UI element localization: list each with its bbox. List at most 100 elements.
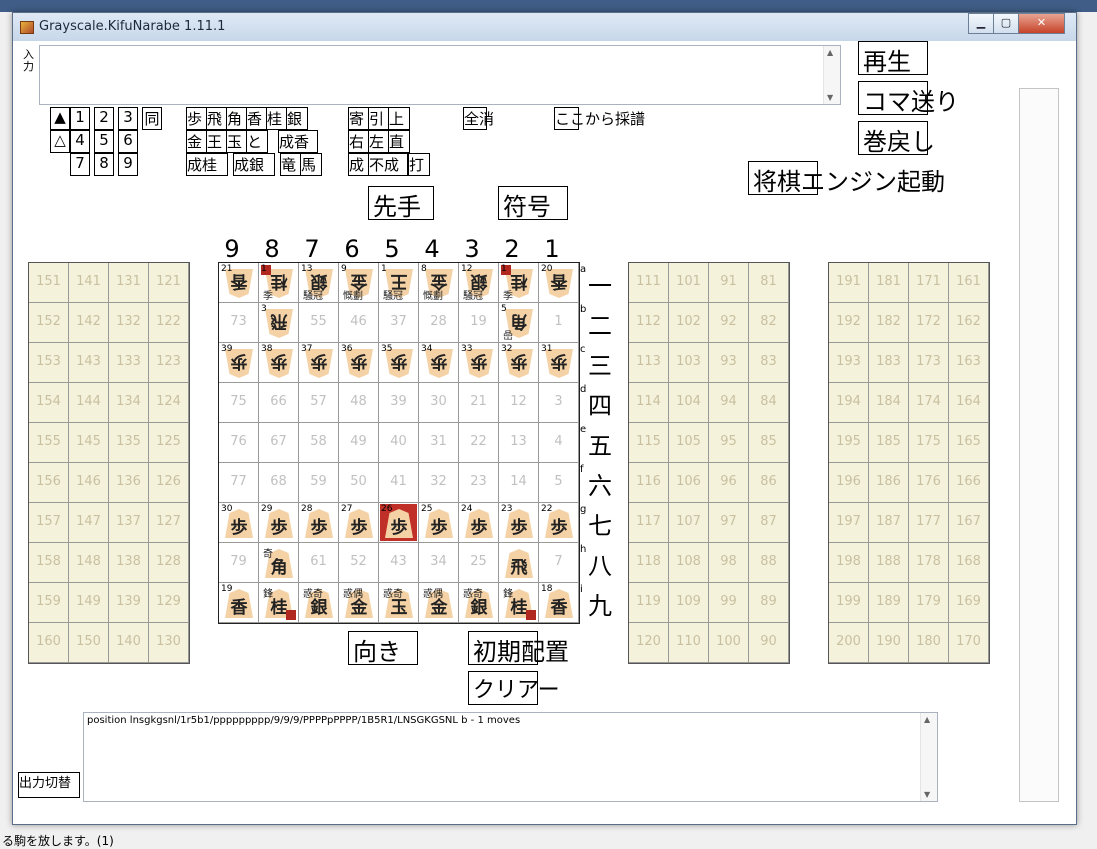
board-square[interactable]: 1 [539, 303, 579, 343]
stand-square[interactable]: 121 [149, 263, 189, 303]
stand-square[interactable]: 166 [949, 463, 989, 503]
stand-square[interactable]: 85 [749, 423, 789, 463]
minimize-button[interactable]: ▁ [968, 13, 994, 34]
stand-square[interactable]: 128 [149, 543, 189, 583]
stand-square[interactable]: 96 [709, 463, 749, 503]
stand-square[interactable]: 193 [829, 343, 869, 383]
maximize-button[interactable]: ▢ [993, 13, 1019, 34]
stand-square[interactable]: 173 [909, 343, 949, 383]
stand-square[interactable]: 97 [709, 503, 749, 543]
board-square[interactable]: 桂季1 [499, 263, 539, 303]
kokokara-button[interactable]: ここから採譜 [554, 107, 645, 130]
stand-square[interactable]: 113 [629, 343, 669, 383]
board-square[interactable]: 歩 23 [499, 503, 539, 543]
stand-square[interactable]: 167 [949, 503, 989, 543]
board-square[interactable]: 66 [259, 383, 299, 423]
stand-square[interactable]: 183 [869, 343, 909, 383]
stand-square[interactable]: 143 [69, 343, 109, 383]
board-square[interactable]: 歩 31 [539, 343, 579, 383]
board-square[interactable]: 7 [539, 543, 579, 583]
stand-square[interactable]: 108 [669, 543, 709, 583]
piece-button-5[interactable]: 銀 [286, 107, 308, 130]
stand-square[interactable]: 190 [869, 623, 909, 663]
initial-position-button[interactable]: 初期配置 [468, 631, 569, 666]
stand-square[interactable]: 180 [909, 623, 949, 663]
board-square[interactable]: 14 [499, 463, 539, 503]
modifier-button-2[interactable]: 上 [388, 107, 410, 130]
board-square[interactable]: 歩 39 [219, 343, 259, 383]
board-square[interactable]: 32 [419, 463, 459, 503]
num-button-6[interactable]: 4 [70, 130, 90, 153]
stand-square[interactable]: 159 [29, 583, 69, 623]
piece-button-0[interactable]: 歩 [186, 107, 208, 130]
modifier-button-3[interactable]: 右 [348, 130, 370, 153]
stand-square[interactable]: 94 [709, 383, 749, 423]
board-square[interactable]: 歩 27 [339, 503, 379, 543]
board-square[interactable]: 76 [219, 423, 259, 463]
piece-button-4[interactable]: 桂 [266, 107, 288, 130]
modifier-button-7[interactable]: 不成 [368, 153, 408, 176]
board-square[interactable]: 46 [339, 303, 379, 343]
stand-square[interactable]: 171 [909, 263, 949, 303]
sente-button[interactable]: 先手 [368, 186, 434, 221]
board-square[interactable]: 飛3 [259, 303, 299, 343]
board-square[interactable]: 22 [459, 423, 499, 463]
stand-square[interactable]: 107 [669, 503, 709, 543]
stand-square[interactable]: 90 [749, 623, 789, 663]
stand-square[interactable]: 199 [829, 583, 869, 623]
board-square[interactable]: 5 [539, 463, 579, 503]
stand-square[interactable]: 105 [669, 423, 709, 463]
stand-square[interactable]: 165 [949, 423, 989, 463]
board-square[interactable]: 歩 35 [379, 343, 419, 383]
piece-button-6[interactable]: 金 [186, 130, 208, 153]
board-square[interactable]: 3 [539, 383, 579, 423]
close-button[interactable]: ✕ [1018, 13, 1065, 34]
num-button-2[interactable]: 2 [94, 107, 114, 130]
stand-square[interactable]: 168 [949, 543, 989, 583]
stand-square[interactable]: 181 [869, 263, 909, 303]
board-square[interactable]: 25 [459, 543, 499, 583]
board-square[interactable]: 37 [379, 303, 419, 343]
num-button-11[interactable]: 9 [118, 153, 138, 176]
board-square[interactable]: 王騒冠 1 [379, 263, 419, 303]
board-square[interactable]: 香 18 [539, 583, 579, 623]
board-square[interactable]: 飛 [499, 543, 539, 583]
board-square[interactable]: 歩 36 [339, 343, 379, 383]
makimodoshi-button[interactable]: 巻戻し [858, 121, 935, 156]
stand-square[interactable]: 131 [109, 263, 149, 303]
piece-button-14[interactable]: 馬 [300, 153, 322, 176]
stand-square[interactable]: 99 [709, 583, 749, 623]
zenkesu-button[interactable]: 全消 [463, 107, 494, 130]
play-button[interactable]: 再生 [858, 41, 928, 76]
board-square[interactable]: 61 [299, 543, 339, 583]
num-button-5[interactable]: △ [50, 130, 70, 153]
stand-square[interactable]: 137 [109, 503, 149, 543]
board-square[interactable]: 香 21 [219, 263, 259, 303]
input-textarea[interactable]: ▲ ▼ [39, 45, 841, 105]
modifier-button-4[interactable]: 左 [368, 130, 390, 153]
stand-square[interactable]: 141 [69, 263, 109, 303]
board-square[interactable]: 41 [379, 463, 419, 503]
stand-square[interactable]: 93 [709, 343, 749, 383]
koma-okuri-button[interactable]: コマ送り [858, 81, 959, 116]
stand-square[interactable]: 130 [149, 623, 189, 663]
stand-square[interactable]: 179 [909, 583, 949, 623]
stand-square[interactable]: 155 [29, 423, 69, 463]
stand-square[interactable]: 103 [669, 343, 709, 383]
board-square[interactable]: 歩 30 [219, 503, 259, 543]
stand-square[interactable]: 88 [749, 543, 789, 583]
stand-square[interactable]: 132 [109, 303, 149, 343]
board-square[interactable]: 31 [419, 423, 459, 463]
stand-square[interactable]: 145 [69, 423, 109, 463]
stand-square[interactable]: 198 [829, 543, 869, 583]
stand-square[interactable]: 127 [149, 503, 189, 543]
stand-square[interactable]: 95 [709, 423, 749, 463]
stand-square[interactable]: 115 [629, 423, 669, 463]
stand-square[interactable]: 111 [629, 263, 669, 303]
engine-start-button[interactable]: 将棋エンジン起動 [748, 161, 945, 196]
stand-square[interactable]: 192 [829, 303, 869, 343]
stand-square[interactable]: 126 [149, 463, 189, 503]
clear-button[interactable]: クリアー [468, 671, 560, 705]
num-button-10[interactable]: 8 [94, 153, 114, 176]
input-scrollbar[interactable]: ▲ ▼ [823, 46, 840, 104]
